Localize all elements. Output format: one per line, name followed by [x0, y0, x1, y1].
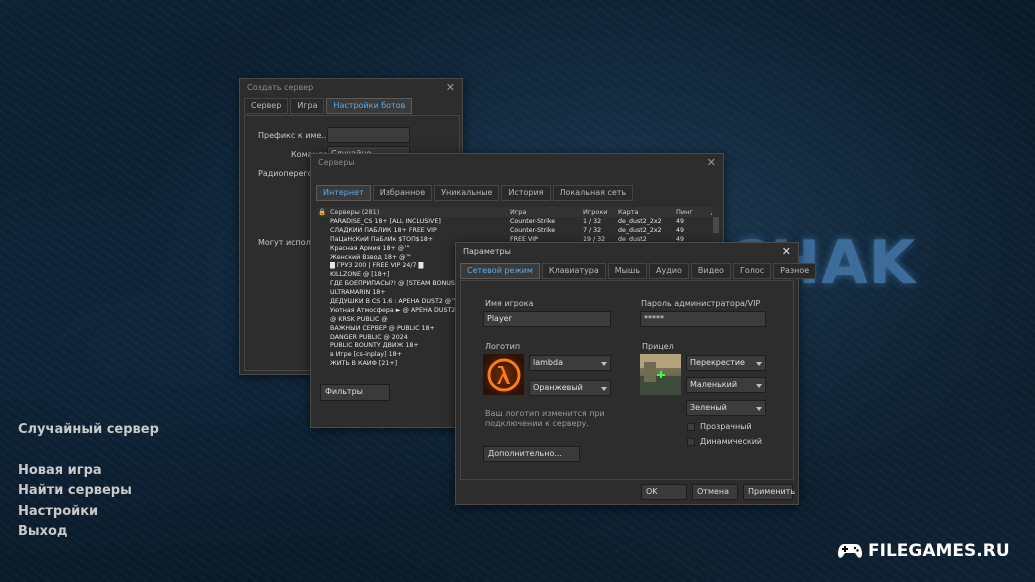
tab-video[interactable]: Видео	[690, 263, 731, 279]
lock-icon: 🔒	[318, 208, 327, 216]
tab-favorites[interactable]: Избранное	[372, 185, 433, 201]
admin-password-label: Пароль администратора/VIP	[641, 299, 761, 308]
player-name-input[interactable]: Player	[483, 311, 611, 327]
transparent-label: Прозрачный	[700, 422, 752, 431]
menu-exit[interactable]: Выход	[18, 522, 159, 543]
dynamic-checkbox[interactable]: Динамический	[687, 437, 762, 446]
cancel-button[interactable]: Отмена	[692, 484, 738, 500]
game-cell: Counter-Strike	[510, 226, 556, 234]
tab-lan[interactable]: Локальная сеть	[552, 185, 634, 201]
close-icon[interactable]: ✕	[782, 245, 791, 258]
tab-game[interactable]: Игра	[290, 98, 325, 114]
scroll-thumb[interactable]	[713, 217, 719, 233]
prefix-input[interactable]	[327, 127, 410, 143]
apply-button[interactable]: Применить	[743, 484, 795, 500]
server-name-cell: СЛАДКИЙ ПАБЛИК 18+ FREE VIP	[330, 226, 437, 234]
tab-history[interactable]: История	[501, 185, 551, 201]
tab-bar: Сервер Игра Настройки ботов	[244, 98, 414, 114]
map-cell: de_dust2_2x2	[618, 218, 662, 225]
dynamic-label: Динамический	[700, 437, 763, 446]
crosshair-type-select[interactable]: Перекрестие	[686, 355, 766, 371]
checkbox-box[interactable]	[687, 437, 695, 446]
tab-bar: Сетевой режим Клавиатура Мышь Аудио Виде…	[460, 263, 818, 279]
checkbox-box[interactable]	[687, 422, 695, 431]
tab-mouse[interactable]: Мышь	[607, 263, 648, 279]
main-menu: Случайный сервер Новая игра Найти сервер…	[18, 420, 159, 543]
tab-misc[interactable]: Разное	[773, 263, 817, 279]
table-row[interactable]: СЛАДКИЙ ПАБЛИК 18+ FREE VIP Counter-Strik…	[317, 227, 712, 236]
close-icon[interactable]: ✕	[707, 156, 716, 169]
crosshair-label: Прицел	[642, 342, 674, 351]
ok-button[interactable]: OK	[641, 484, 687, 500]
window-title: Параметры	[463, 247, 511, 256]
column-map[interactable]: Карта	[618, 208, 639, 216]
menu-random-server[interactable]: Случайный сервер	[18, 420, 159, 441]
logo-label: Логотип	[485, 342, 521, 351]
player-name-label: Имя игрока	[485, 299, 534, 308]
logo-hint: Ваш логотип изменится при подключении к …	[485, 409, 605, 428]
menu-settings[interactable]: Настройки	[18, 502, 159, 523]
column-servers[interactable]: Серверы (281)	[330, 208, 379, 216]
watermark-text: FILEGAMES.RU	[868, 541, 1010, 561]
tab-voice[interactable]: Голос	[732, 263, 772, 279]
ping-cell: 49	[676, 218, 685, 225]
window-title: Серверы	[318, 158, 355, 167]
column-ping[interactable]: Пинг	[676, 208, 693, 216]
server-name-cell: PARADISE_CS 18+ [ALL INCLUSIVE]	[330, 218, 441, 225]
tab-server[interactable]: Сервер	[244, 98, 289, 114]
ping-cell: 49	[676, 226, 685, 234]
watermark: FILEGAMES.RU	[838, 541, 1010, 561]
crosshair-size-select[interactable]: Маленький	[686, 377, 766, 393]
transparent-checkbox[interactable]: Прозрачный	[687, 422, 752, 431]
tab-network[interactable]: Сетевой режим	[460, 263, 540, 279]
tab-bar: Интернет Избранное Уникальные История Ло…	[316, 185, 635, 201]
filters-button[interactable]: Фильтры	[320, 384, 390, 401]
close-icon[interactable]: ✕	[446, 81, 455, 94]
column-game[interactable]: Игра	[510, 208, 526, 216]
tab-internet[interactable]: Интернет	[316, 185, 371, 201]
server-list-header: 🔒 Серверы (281) Игра Игроки Карта Пинг ▲	[317, 207, 720, 217]
crosshair-preview	[640, 354, 681, 395]
advanced-button[interactable]: Дополнительно...	[483, 446, 580, 462]
admin-password-input[interactable]: *****	[640, 311, 766, 327]
players-cell: 1 / 32	[583, 218, 602, 225]
tab-keyboard[interactable]: Клавиатура	[541, 263, 606, 279]
prefix-label: Префикс к име...	[258, 131, 329, 140]
tab-audio[interactable]: Аудио	[649, 263, 689, 279]
crosshair-color-select[interactable]: Зеленый	[686, 400, 766, 416]
logo-color-select[interactable]: Оранжевый	[529, 380, 611, 396]
menu-new-game[interactable]: Новая игра	[18, 461, 159, 482]
lambda-logo-icon	[483, 354, 524, 395]
gamepad-icon	[838, 544, 862, 558]
window-title: Создать сервер	[247, 83, 314, 92]
logo-select[interactable]: lambda	[529, 355, 611, 371]
game-cell: Counter-Strike	[510, 218, 556, 225]
map-cell: de_dust2_2x2	[618, 226, 662, 234]
players-cell: 7 / 32	[583, 226, 602, 234]
tab-bot-settings[interactable]: Настройки ботов	[326, 98, 413, 114]
menu-find-servers[interactable]: Найти серверы	[18, 481, 159, 502]
tab-unique[interactable]: Уникальные	[434, 185, 500, 201]
table-row[interactable]: PARADISE_CS 18+ [ALL INCLUSIVE] Counter-S…	[317, 218, 712, 227]
column-players[interactable]: Игроки	[583, 208, 608, 216]
params-window: Параметры ✕ Сетевой режим Клавиатура Мыш…	[455, 242, 817, 505]
